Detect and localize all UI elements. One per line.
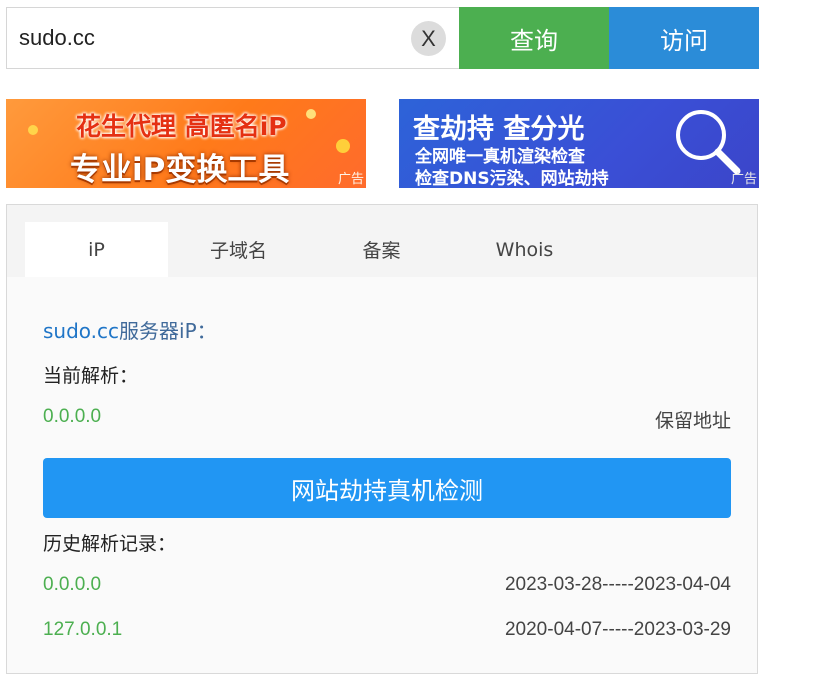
history-ip-link[interactable]: 0.0.0.0 (43, 574, 101, 596)
tab-bar: iP 子域名 备案 Whois (7, 205, 757, 277)
decoration-dot-icon (336, 139, 350, 153)
tab-icp[interactable]: 备案 (310, 222, 453, 277)
ad-banner-proxy[interactable]: 花生代理 高匿名iP 专业iP变换工具 广告 (6, 99, 366, 188)
history-date-range: 2020-04-07-----2023-03-29 (504, 619, 731, 640)
current-resolution-label: 当前解析： (43, 365, 139, 387)
tab-whois[interactable]: Whois (453, 222, 596, 277)
visit-button[interactable]: 访问 (609, 7, 759, 69)
hijack-detect-button[interactable]: 网站劫持真机检测 (43, 458, 731, 518)
ad-badge: 广告 (730, 172, 757, 187)
title-domain: sudo.cc (43, 319, 120, 343)
history-label: 历史解析记录： (43, 533, 177, 555)
server-ip-title: sudo.cc服务器iP： (43, 315, 217, 344)
ad-headline: 花生代理 高匿名iP (76, 112, 287, 141)
history-date-range: 2023-03-28-----2023-04-04 (504, 574, 731, 595)
ad-banner-hijack-check[interactable]: 查劫持 查分光 全网唯一真机渲染检查 检查DNS污染、网站劫持 广告 (399, 99, 759, 188)
title-suffix: 服务器iP： (119, 319, 217, 343)
ad-badge: 广告 (337, 172, 364, 187)
search-bar: X 查询 访问 (6, 7, 759, 69)
tab-ip[interactable]: iP (25, 222, 168, 277)
ad-subline-2: 检查DNS污染、网站劫持 (415, 169, 609, 188)
query-button[interactable]: 查询 (459, 7, 609, 69)
clear-button[interactable]: X (411, 21, 446, 56)
decoration-dot-icon (306, 109, 316, 119)
ad-subline: 专业iP变换工具 (70, 152, 290, 188)
result-panel: iP 子域名 备案 Whois sudo.cc服务器iP： 当前解析： 0.0.… (6, 204, 758, 674)
tab-subdomain[interactable]: 子域名 (167, 222, 310, 277)
ad-headline: 查劫持 查分光 (413, 114, 585, 145)
current-ip-link[interactable]: 0.0.0.0 (43, 406, 101, 428)
search-input[interactable] (19, 8, 399, 68)
decoration-dot-icon (28, 125, 38, 135)
ip-note: 保留地址 (654, 410, 731, 432)
history-ip-link[interactable]: 127.0.0.1 (43, 619, 122, 641)
search-input-wrap: X (6, 7, 459, 69)
